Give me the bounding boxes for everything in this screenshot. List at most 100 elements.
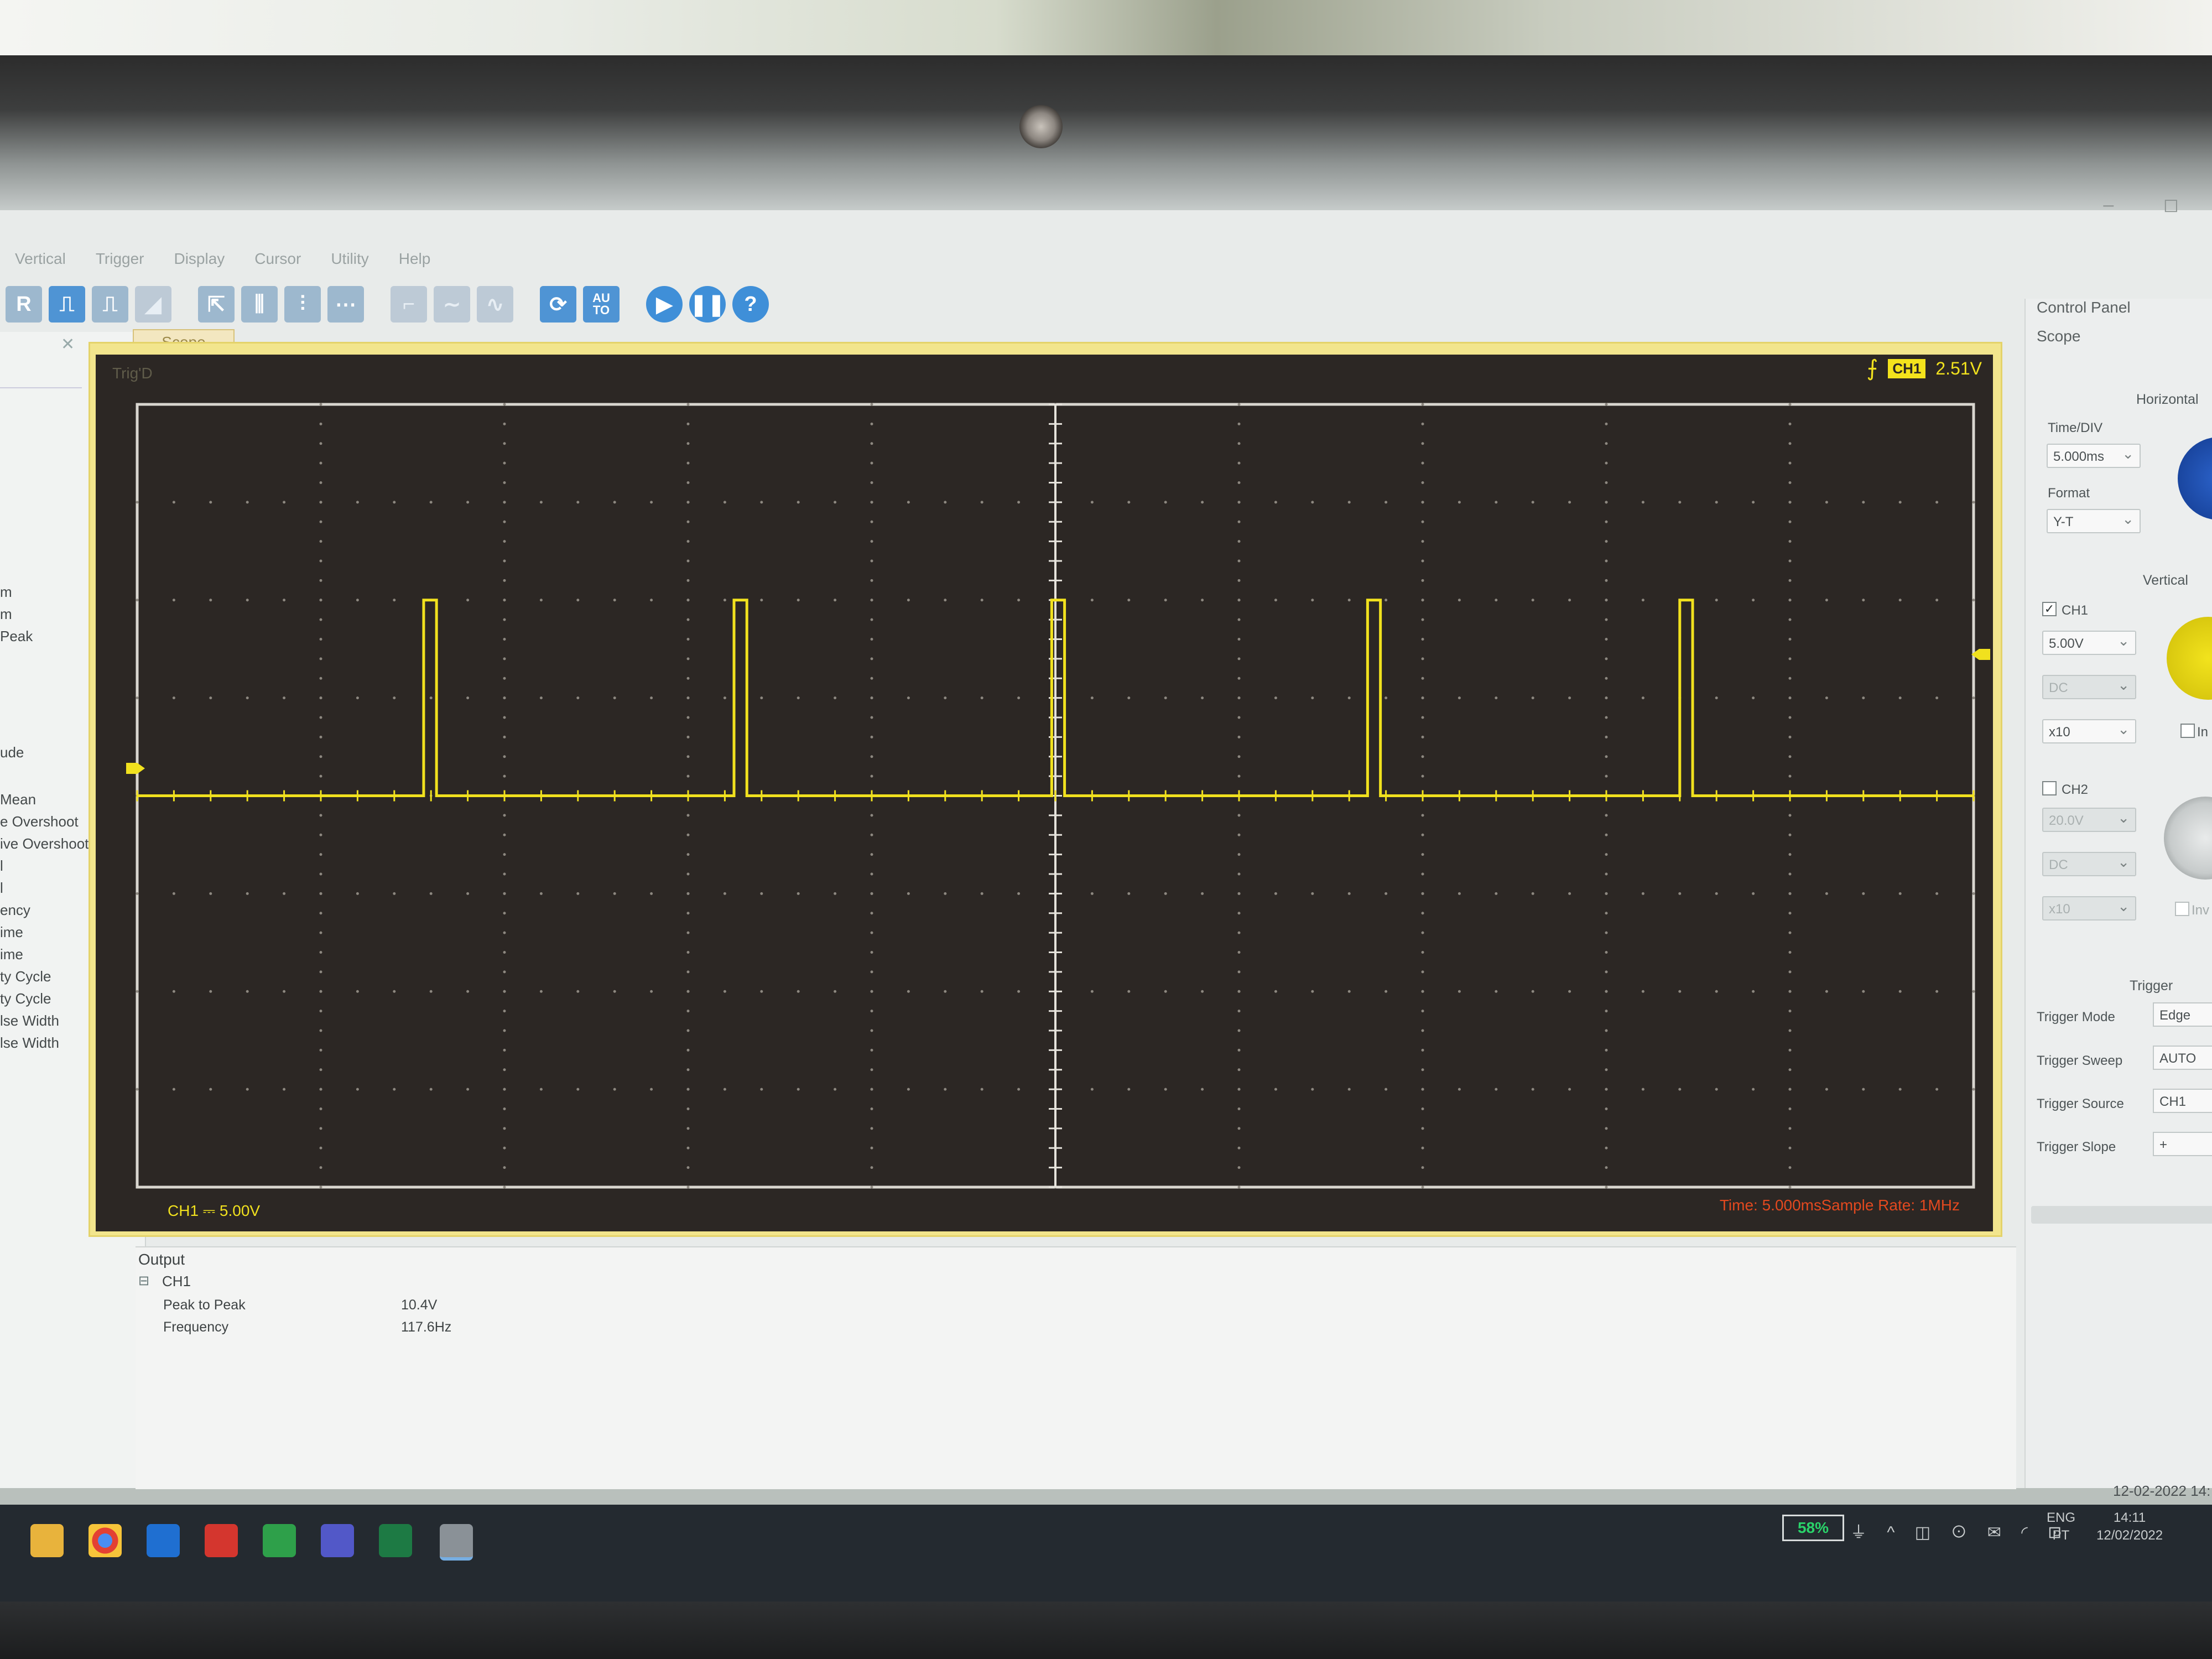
outlook-icon[interactable] [147, 1524, 180, 1557]
menu-trigger[interactable]: Trigger [81, 242, 159, 275]
system-tray-icons[interactable]: ⏚ ^ ◫ ⊙ ✉ ◜ ⊡ [1850, 1518, 2069, 1543]
cursor-select-icon[interactable]: ⇱ [198, 286, 235, 323]
trigger-sweep-select[interactable]: AUTO [2153, 1046, 2212, 1070]
vertical-cursor-icon[interactable]: ⫶ [284, 286, 321, 323]
menu-vertical[interactable]: Vertical [0, 242, 81, 275]
wave-icon[interactable]: ∼ [434, 286, 470, 323]
trigger-slope-select[interactable]: + [2153, 1132, 2212, 1156]
measurement-item[interactable]: l [0, 857, 3, 875]
refresh-icon[interactable]: ⟳ [540, 286, 576, 323]
output-value: 117.6Hz [401, 1319, 452, 1335]
auto-button[interactable]: AU TO [583, 286, 620, 323]
horizontal-knob[interactable] [2178, 437, 2212, 520]
ch1-ground-marker[interactable] [126, 763, 145, 774]
ch2-checkbox[interactable] [2042, 781, 2057, 795]
ch1-invert-checkbox[interactable] [2180, 724, 2195, 738]
waveform-plot[interactable] [126, 399, 1990, 1195]
ch1-probe-select[interactable]: x10 [2042, 717, 2136, 743]
sine-icon[interactable]: ∿ [477, 286, 513, 323]
record-button[interactable]: R [6, 286, 42, 323]
measurement-dropdown[interactable] [0, 365, 82, 388]
control-panel-title: Control Panel [2037, 299, 2131, 316]
excel-icon[interactable] [379, 1524, 412, 1557]
ch2-volts-select[interactable]: 20.0V [2042, 805, 2136, 832]
output-label: Frequency [163, 1319, 229, 1335]
trigger-source-select[interactable]: CH1 [2153, 1089, 2212, 1113]
measurement-item[interactable]: m [0, 606, 12, 623]
taskbar-clock[interactable]: 14:11 12/02/2022 [2096, 1509, 2163, 1544]
menu-help[interactable]: Help [384, 242, 446, 275]
ch1-volts-select[interactable]: 5.00V [2042, 628, 2136, 655]
ramp-icon[interactable]: ◢ [135, 286, 171, 323]
measurement-item[interactable]: Peak [0, 628, 33, 645]
ch1-volts-knob[interactable] [2167, 617, 2212, 700]
measurement-item[interactable]: ency [0, 902, 30, 919]
output-title: Output [138, 1251, 185, 1268]
control-panel-subtitle: Scope [2037, 327, 2081, 345]
trigger-heading: Trigger [2130, 978, 2173, 994]
output-channel-node[interactable]: CH1 [162, 1273, 191, 1290]
measurement-item[interactable]: e Overshoot [0, 813, 79, 830]
run-play-icon[interactable]: ▶ [646, 286, 683, 323]
app-cs-icon[interactable] [205, 1524, 238, 1557]
horizontal-cursor-icon[interactable]: ⫼ [241, 286, 278, 323]
measurement-item[interactable]: ime [0, 924, 23, 941]
close-icon[interactable]: ✕ [61, 335, 75, 354]
ch1-invert-label: In [2197, 725, 2209, 740]
edge-rise-icon[interactable]: ⌐ [391, 286, 427, 323]
measurement-item[interactable]: ime [0, 946, 23, 963]
language-indicator[interactable]: ENG PT [2047, 1509, 2075, 1544]
menu-cursor[interactable]: Cursor [240, 242, 316, 275]
measurement-item[interactable]: ty Cycle [0, 968, 51, 985]
ch1-checkbox[interactable]: ✓ [2042, 602, 2057, 616]
window-controls[interactable]: – ◻ [2103, 194, 2201, 216]
output-row: Frequency 117.6Hz [163, 1319, 827, 1341]
chrome-icon[interactable] [89, 1524, 122, 1557]
measurement-item[interactable]: lse Width [0, 1012, 59, 1029]
laptop-bezel [0, 55, 2212, 210]
oscilloscope-app-window: – ◻ Vertical Trigger Display Cursor Util… [0, 194, 2212, 1489]
help-button[interactable]: ? [732, 286, 769, 323]
file-explorer-icon[interactable] [30, 1524, 64, 1557]
trigger-info: ⨍ CH1 2.51V [1867, 356, 1982, 381]
output-panel: Output ⊟ CH1 Peak to Peak 10.4V Frequenc… [136, 1246, 2016, 1489]
oscilloscope-app-icon[interactable] [440, 1524, 473, 1561]
menu-utility[interactable]: Utility [316, 242, 383, 275]
measurement-item[interactable]: ive Overshoot [0, 835, 89, 852]
time-div-select[interactable]: 5.000ms [2047, 441, 2141, 468]
trigger-channel-badge: CH1 [1888, 358, 1926, 378]
laptop-bottom-bezel [0, 1601, 2212, 1659]
ch2-probe-select[interactable]: x10 [2042, 894, 2136, 920]
menu-bar: Vertical Trigger Display Cursor Utility … [0, 242, 445, 275]
teams-icon[interactable] [321, 1524, 354, 1557]
pulse-icon[interactable]: ⎍ [49, 286, 85, 323]
language-code: ENG [2047, 1510, 2076, 1525]
control-panel-scrollbar[interactable] [2031, 1206, 2212, 1224]
output-row: Peak to Peak 10.4V [163, 1297, 827, 1319]
measurement-item[interactable]: m [0, 584, 12, 601]
trigger-status: Trig'D [112, 365, 153, 382]
pause-icon[interactable]: ❚❚ [689, 286, 726, 323]
time-base-readout: Time: 5.000ms [1719, 1197, 1821, 1214]
trigger-mode-select[interactable]: Edge [2153, 1002, 2212, 1027]
ch2-coupling-select[interactable]: DC [2042, 850, 2136, 876]
menu-display[interactable]: Display [159, 242, 240, 275]
ch2-invert-checkbox[interactable] [2175, 902, 2189, 916]
app-green-icon[interactable] [263, 1524, 296, 1557]
ch2-volts-knob[interactable] [2164, 797, 2212, 880]
clock-time: 14:11 [2113, 1510, 2146, 1525]
horizontal-heading: Horizontal [2136, 392, 2199, 407]
ch2-invert-label: Inv [2192, 903, 2210, 918]
measurement-item[interactable]: ude [0, 744, 24, 761]
ch1-coupling-select[interactable]: DC [2042, 673, 2136, 699]
format-select[interactable]: Y-T [2047, 507, 2141, 533]
collapse-icon[interactable]: ⊟ [138, 1273, 149, 1289]
measurement-item[interactable]: Mean [0, 791, 36, 808]
measurement-item[interactable]: ty Cycle [0, 990, 51, 1007]
dual-pulse-icon[interactable]: ⎍ [92, 286, 128, 323]
cursor-both-icon[interactable]: ⋯ [327, 286, 364, 323]
battery-indicator[interactable]: 58% [1782, 1515, 1844, 1541]
measurement-item[interactable]: lse Width [0, 1034, 59, 1052]
rising-edge-icon: ⨍ [1866, 356, 1878, 381]
measurement-item[interactable]: l [0, 880, 3, 897]
